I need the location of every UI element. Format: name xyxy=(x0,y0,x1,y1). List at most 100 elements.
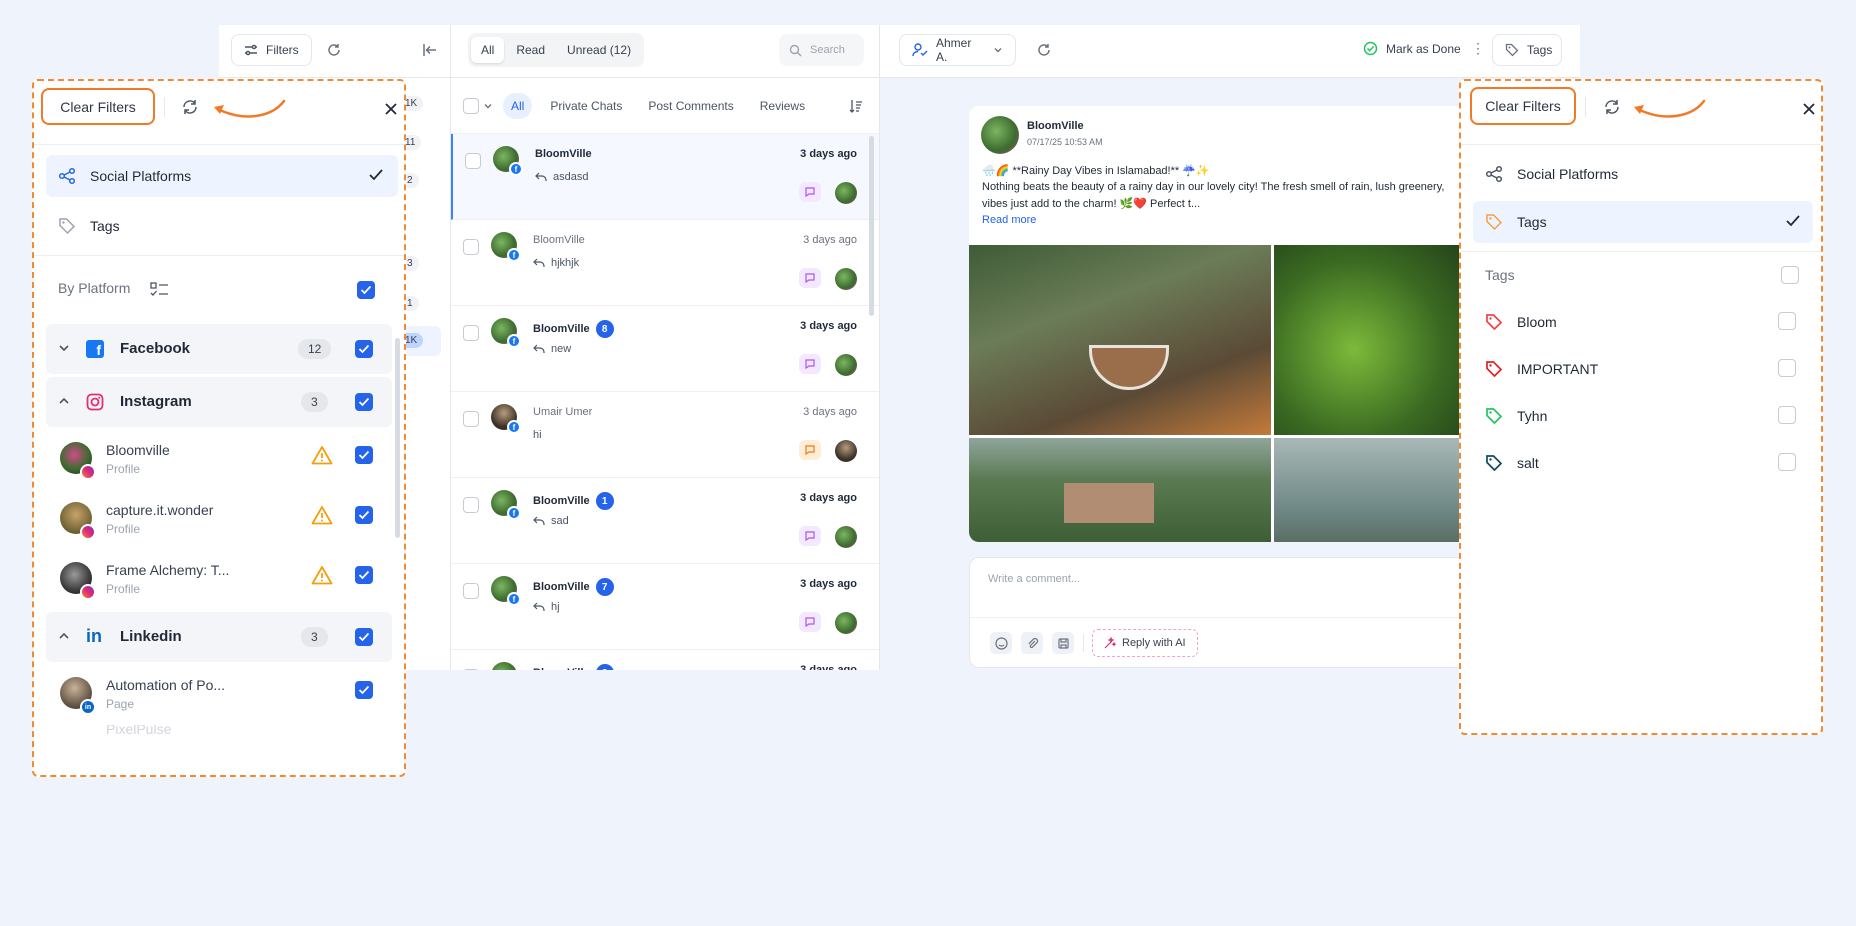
chevron-down-icon[interactable] xyxy=(58,342,70,354)
refresh-icon[interactable] xyxy=(1035,41,1053,59)
row-checkbox[interactable] xyxy=(463,497,479,513)
tab-private-chats[interactable]: Private Chats xyxy=(542,93,630,119)
row-checkbox[interactable] xyxy=(463,239,479,255)
close-icon[interactable] xyxy=(383,101,399,117)
chat-icon xyxy=(799,440,821,460)
platform-row-linkedin[interactable]: in Linkedin 3 xyxy=(46,612,392,662)
tag-checkbox[interactable] xyxy=(1778,406,1796,424)
tag-row[interactable]: salt xyxy=(1461,439,1821,486)
tag-checkbox[interactable] xyxy=(1778,359,1796,377)
conversation-row[interactable]: f Umair Umer 3 days ago hi xyxy=(451,392,879,478)
account-row[interactable]: capture.it.wonder Profile xyxy=(34,490,404,550)
assignee-avatar xyxy=(835,354,857,376)
platform-row-instagram[interactable]: Instagram 3 xyxy=(46,377,392,427)
post-image[interactable] xyxy=(1274,245,1469,435)
scrollbar[interactable] xyxy=(869,136,874,316)
row-checkbox[interactable] xyxy=(463,583,479,599)
message-time: 3 days ago xyxy=(800,664,857,670)
row-checkbox[interactable] xyxy=(465,153,481,169)
tags-select-all-checkbox[interactable] xyxy=(1781,266,1799,284)
post-image[interactable] xyxy=(1274,438,1469,542)
reply-icon xyxy=(533,602,545,611)
refresh-icon[interactable] xyxy=(180,97,200,117)
sender-name: BloomVille2 xyxy=(533,664,614,670)
tag-name: IMPORTANT xyxy=(1517,360,1599,377)
account-checkbox[interactable] xyxy=(355,566,373,584)
conversation-row[interactable]: fBloomVille23 days ago xyxy=(451,650,879,670)
account-checkbox[interactable] xyxy=(355,506,373,524)
mark-done-label: Mark as Done xyxy=(1386,41,1461,56)
tab-reviews[interactable]: Reviews xyxy=(752,93,813,119)
tags-label: Tags xyxy=(1527,43,1553,57)
check-icon xyxy=(1785,214,1801,228)
sort-icon[interactable] xyxy=(849,99,863,113)
platform-checkbox[interactable] xyxy=(355,628,373,646)
conversation-row[interactable]: f BloomVille 1 3 days ago sad xyxy=(451,478,879,564)
tag-checkbox[interactable] xyxy=(1778,312,1796,330)
attachment-icon[interactable] xyxy=(1021,632,1043,654)
tag-row[interactable]: Tyhn xyxy=(1461,392,1821,439)
emoji-icon[interactable] xyxy=(990,632,1012,654)
instagram-badge-icon xyxy=(80,584,96,600)
collapse-icon[interactable] xyxy=(421,41,439,59)
row-checkbox[interactable] xyxy=(463,669,479,670)
account-row[interactable]: Frame Alchemy: T... Profile xyxy=(34,550,404,610)
refresh-icon[interactable] xyxy=(325,41,343,59)
comment-input[interactable]: Write a comment... xyxy=(988,573,1080,585)
platform-checkbox[interactable] xyxy=(355,340,373,358)
row-checkbox[interactable] xyxy=(463,411,479,427)
assignee-dropdown[interactable]: Ahmer A. xyxy=(899,34,1016,66)
tab-post-comments[interactable]: Post Comments xyxy=(640,93,741,119)
chevron-down-icon[interactable] xyxy=(483,101,493,111)
post-image[interactable] xyxy=(969,438,1271,542)
conversation-row[interactable]: f BloomVille 8 3 days ago new xyxy=(451,306,879,392)
mark-done-button[interactable]: Mark as Done xyxy=(1363,41,1461,56)
tags-button[interactable]: Tags xyxy=(1492,34,1562,66)
menu-tags[interactable]: Tags xyxy=(1473,201,1813,243)
chevron-up-icon[interactable] xyxy=(58,395,70,407)
conversation-row[interactable]: f BloomVille 3 days ago hjkhjk xyxy=(451,220,879,306)
select-all-checkbox[interactable] xyxy=(463,97,479,114)
post-image[interactable] xyxy=(969,245,1271,435)
refresh-icon[interactable] xyxy=(1602,97,1622,117)
menu-tags[interactable]: Tags xyxy=(46,205,398,247)
tags-header-row: Tags xyxy=(1461,252,1821,298)
by-platform-checkbox[interactable] xyxy=(357,281,375,299)
chevron-up-icon[interactable] xyxy=(58,630,70,642)
tab-read[interactable]: Read xyxy=(506,37,555,63)
account-name: Bloomville xyxy=(106,442,170,458)
menu-social-platforms[interactable]: Social Platforms xyxy=(1473,153,1813,195)
more-options-icon[interactable]: ⋮ xyxy=(1471,40,1485,57)
tab-all[interactable]: All xyxy=(471,37,505,63)
conversation-row[interactable]: f BloomVille 7 3 days ago hj xyxy=(451,564,879,650)
tag-row[interactable]: Bloom xyxy=(1461,298,1821,345)
tab-all-conversations[interactable]: All xyxy=(503,92,533,119)
row-checkbox[interactable] xyxy=(463,325,479,341)
message-preview: sad xyxy=(533,515,569,527)
account-checkbox[interactable] xyxy=(355,681,373,699)
reply-with-ai-button[interactable]: Reply with AI xyxy=(1092,629,1198,657)
close-icon[interactable] xyxy=(1801,101,1817,117)
filters-button[interactable]: Filters xyxy=(231,34,312,66)
post-card: BloomVille 07/17/25 10:53 AM 🌧️🌈 **Rainy… xyxy=(969,106,1469,542)
account-checkbox[interactable] xyxy=(355,446,373,464)
account-row[interactable]: in Automation of Po... Page xyxy=(34,665,404,725)
tab-unread[interactable]: Unread (12) xyxy=(557,37,641,63)
menu-social-platforms[interactable]: Social Platforms xyxy=(46,155,398,197)
account-row[interactable]: Bloomville Profile xyxy=(34,430,404,490)
save-icon[interactable] xyxy=(1052,632,1074,654)
clear-filters-button[interactable]: Clear Filters xyxy=(41,88,155,125)
post-text-line: 🌧️🌈 **Rainy Day Vibes in Islamabad!** ☔✨ xyxy=(982,165,1210,177)
platform-checkbox[interactable] xyxy=(355,393,373,411)
search-icon xyxy=(789,44,802,57)
clear-filters-button[interactable]: Clear Filters xyxy=(1470,87,1576,125)
search-input[interactable]: Search xyxy=(779,34,864,66)
conversation-row[interactable]: f BloomVille 3 days ago asdasd xyxy=(451,134,879,220)
tag-row[interactable]: IMPORTANT xyxy=(1461,345,1821,392)
scrollbar[interactable] xyxy=(395,338,400,538)
annotation-arrow-icon xyxy=(208,95,288,125)
tag-name: Tyhn xyxy=(1517,407,1548,424)
platform-row-facebook[interactable]: f Facebook 12 xyxy=(46,324,392,374)
tag-checkbox[interactable] xyxy=(1778,453,1796,471)
read-more-link[interactable]: Read more xyxy=(982,214,1036,226)
